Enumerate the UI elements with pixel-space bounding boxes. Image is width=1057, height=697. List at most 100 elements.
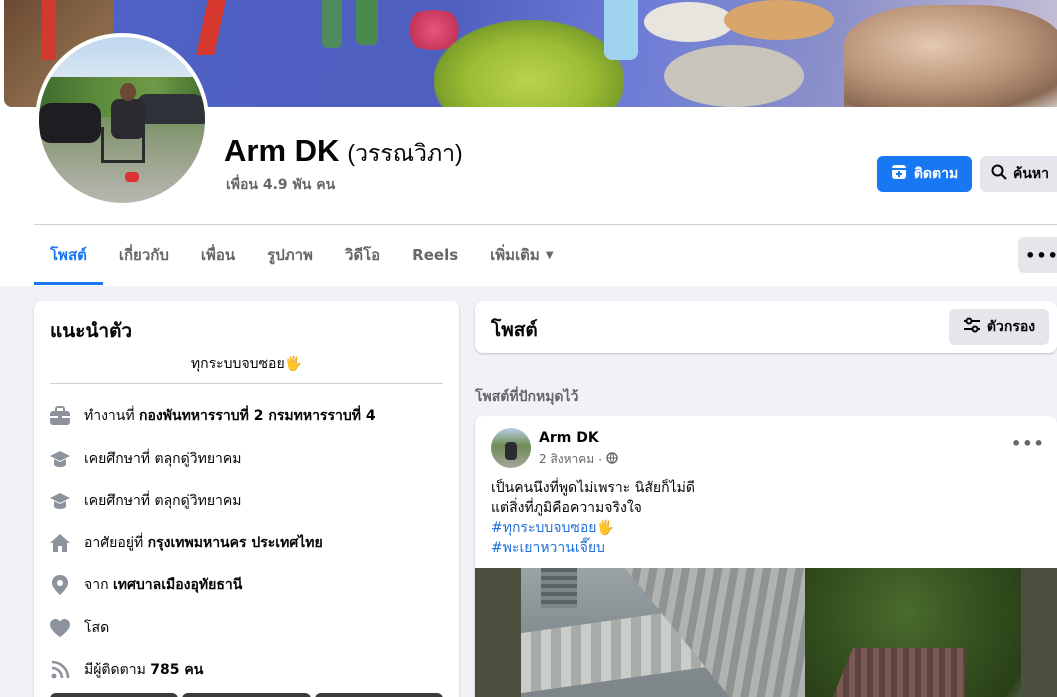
avatar-motorbike (39, 103, 101, 143)
tab-about[interactable]: เกี่ยวกับ (103, 225, 185, 285)
filter-icon (963, 317, 981, 337)
profile-header: Arm DK (วรรณวิภา) เพื่อน 4.9 พัน คน ติดต… (0, 0, 1057, 286)
post-text-line: แต่สิ่งที่ภูมิคือความจริงใจ (491, 500, 642, 516)
info-education-value[interactable]: ตลุกดู่วิทยาคม (155, 493, 242, 509)
post-hashtag[interactable]: #พะเยาหวานเจี๊ยบ (491, 538, 695, 558)
tab-reels[interactable]: Reels (396, 225, 474, 285)
info-followers: มีผู้ติดตาม 785 คน (48, 658, 203, 682)
post-meta: 2 สิงหาคม · (539, 450, 618, 469)
posts-header-card: โพสต์ ตัวกรอง (475, 301, 1057, 353)
featured-thumbnail[interactable] (314, 693, 443, 697)
avatar-shoes (125, 172, 139, 182)
profile-name: Arm DK (224, 133, 340, 168)
info-followers-value[interactable]: 785 คน (150, 662, 203, 678)
graduation-cap-icon (48, 447, 72, 471)
info-education-2: เคยศึกษาที่ ตลุกดู่วิทยาคม (48, 489, 242, 513)
graduation-cap-icon (48, 489, 72, 513)
follow-icon (891, 164, 907, 184)
heart-icon (48, 616, 72, 640)
briefcase-icon (48, 404, 72, 428)
featured-thumbnails (50, 693, 443, 697)
intro-title: แนะนำตัว (50, 320, 133, 342)
tab-more[interactable]: เพิ่มเติม ▼ (474, 225, 569, 285)
info-education-value[interactable]: ตลุกดู่วิทยาคม (155, 451, 242, 467)
avatar-person-head (120, 83, 136, 101)
more-dots-icon: ••• (1025, 245, 1057, 265)
tab-label: เพื่อน (200, 246, 236, 264)
intro-divider (50, 383, 443, 384)
follow-label: ติดตาม (913, 166, 959, 182)
post-text: เป็นคนนึงที่พูดไม่เพราะ นิสัยก็ไม่ดี แต่… (491, 478, 695, 558)
meta-separator: · (598, 452, 603, 467)
info-work-prefix: ทำงานที่ (84, 408, 140, 424)
avatar-car (137, 94, 205, 124)
cover-plate (664, 45, 804, 107)
posts-title: โพสต์ (491, 319, 538, 341)
photo-border (1021, 568, 1057, 697)
tab-label: Reels (412, 246, 459, 264)
info-relationship: โสด (48, 616, 109, 640)
more-options-button[interactable]: ••• (1018, 237, 1057, 273)
cover-bottle (322, 0, 342, 48)
caret-down-icon: ▼ (545, 249, 554, 261)
post-author-name[interactable]: Arm DK (539, 430, 599, 446)
info-from: จาก เทศบาลเมืองอุทัยธานี (48, 573, 242, 597)
post-options-icon[interactable]: ••• (1011, 434, 1045, 453)
info-education-prefix: เคยศึกษาที่ (84, 493, 155, 509)
featured-thumbnail[interactable] (50, 693, 179, 697)
cover-food (844, 5, 1057, 107)
post-text-line: เป็นคนนึงที่พูดไม่เพราะ นิสัยก็ไม่ดี (491, 480, 695, 496)
search-label: ค้นหา (1013, 166, 1050, 182)
avatar-person (111, 99, 145, 139)
friends-count[interactable]: เพื่อน 4.9 พัน คน (226, 174, 335, 196)
tab-label: เกี่ยวกับ (118, 246, 169, 264)
featured-thumbnail[interactable] (182, 693, 311, 697)
photo-border (475, 568, 521, 697)
home-icon (48, 531, 72, 555)
info-lives-value[interactable]: กรุงเทพมหานคร ประเทศไทย (148, 535, 323, 551)
info-education-1: เคยศึกษาที่ ตลุกดู่วิทยาคม (48, 447, 242, 471)
cover-bananas (434, 20, 624, 107)
post-photo[interactable] (475, 568, 1057, 697)
info-from-value[interactable]: เทศบาลเมืองอุทัยธานี (113, 577, 242, 593)
info-relationship-label: โสด (84, 620, 110, 636)
post-date[interactable]: 2 สิงหาคม (539, 450, 594, 469)
cover-plate (644, 2, 734, 42)
search-button[interactable]: ค้นหา (980, 156, 1057, 192)
tab-label: โพสต์ (50, 246, 87, 264)
profile-alt-name: (วรรณวิภา) (347, 140, 463, 166)
info-lives-prefix: อาศัยอยู่ที่ (84, 535, 148, 551)
info-education-prefix: เคยศึกษาที่ (84, 451, 155, 467)
pinned-posts-label: โพสต์ที่ปักหมุดไว้ (475, 389, 579, 405)
filter-label: ตัวกรอง (986, 319, 1036, 335)
tab-label: รูปภาพ (267, 246, 313, 264)
intro-card: แนะนำตัว ทุกระบบจบซอย🖐 ทำงานที่ กองพันทห… (34, 301, 459, 697)
profile-avatar[interactable] (35, 33, 209, 207)
tab-label: เพิ่มเติม (490, 246, 540, 264)
info-from-prefix: จาก (84, 577, 113, 593)
cover-chair-leg (42, 0, 56, 60)
tab-photos[interactable]: รูปภาพ (251, 225, 329, 285)
tab-videos[interactable]: วิดีโอ (329, 225, 396, 285)
cover-bottle (356, 0, 378, 45)
location-pin-icon (48, 573, 72, 597)
post-hashtag[interactable]: #ทุกระบบจบซอย🖐 (491, 518, 695, 538)
globe-icon (606, 452, 618, 467)
photo-window (541, 568, 577, 608)
cover-plate (724, 0, 834, 40)
post-card: Arm DK 2 สิงหาคม · ••• เป็นคนนึงที่พูดไม… (475, 416, 1057, 697)
tab-label: วิดีโอ (344, 246, 381, 264)
tab-posts[interactable]: โพสต์ (34, 225, 103, 285)
info-work-value[interactable]: กองพันทหารราบที่ 2 กรมทหารราบที่ 4 (139, 408, 376, 424)
intro-bio: ทุกระบบจบซอย🖐 (190, 356, 303, 372)
follow-button[interactable]: ติดตาม (877, 156, 972, 192)
filter-button[interactable]: ตัวกรอง (949, 309, 1049, 345)
tab-friends[interactable]: เพื่อน (185, 225, 251, 285)
info-lives-in: อาศัยอยู่ที่ กรุงเทพมหานคร ประเทศไทย (48, 531, 323, 555)
search-icon (991, 164, 1007, 184)
info-work: ทำงานที่ กองพันทหารราบที่ 2 กรมทหารราบที… (48, 404, 376, 428)
post-author-avatar[interactable] (491, 428, 531, 468)
cover-bottle (604, 0, 638, 60)
avatar-person (505, 442, 517, 460)
info-followers-prefix: มีผู้ติดตาม (84, 662, 151, 678)
